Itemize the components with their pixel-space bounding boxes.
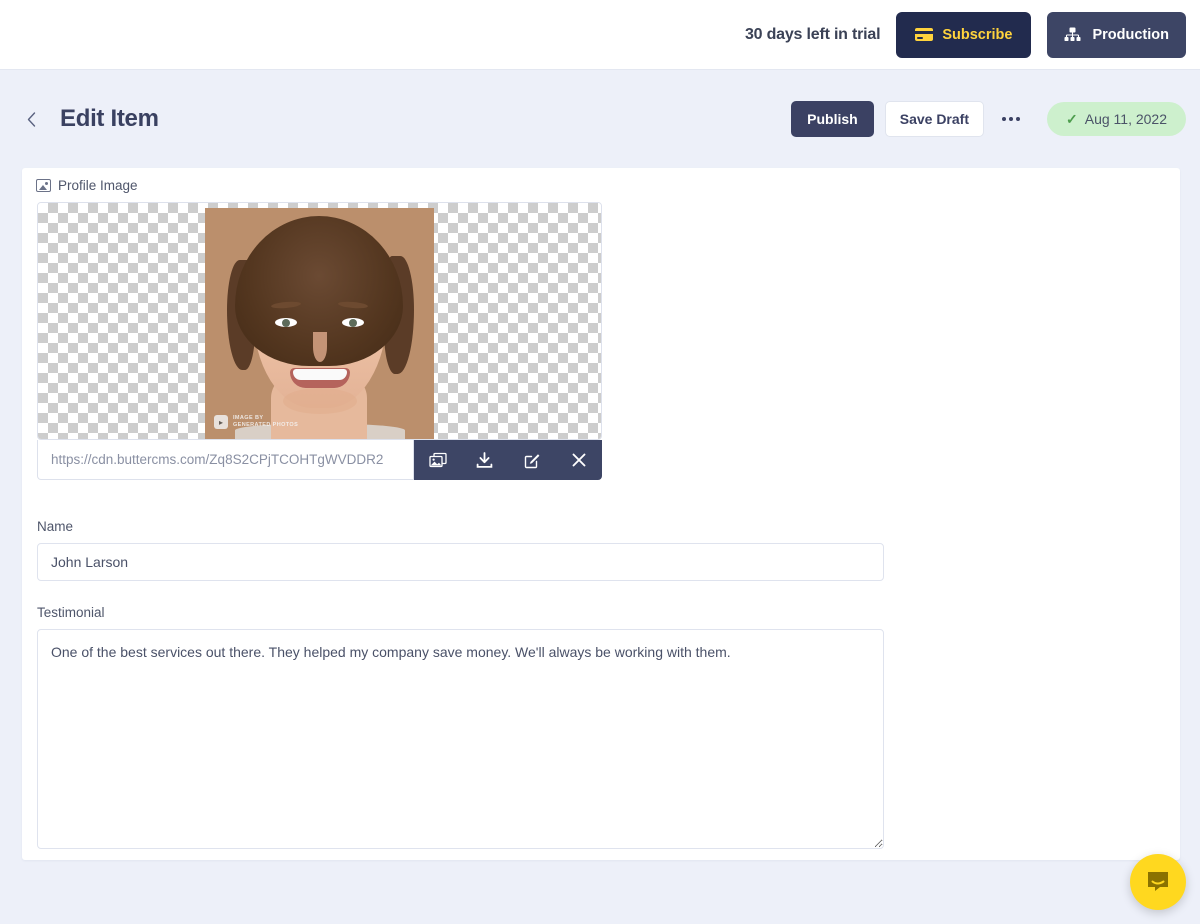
watermark-line-2: GENERATED PHOTOS [233,422,299,428]
watermark-logo-icon: ▸ [214,415,228,429]
more-options-button[interactable] [993,102,1029,136]
chat-widget-button[interactable] [1130,854,1186,910]
image-toolbar [414,440,602,480]
trial-status-text: 30 days left in trial [744,25,881,43]
header-actions: Publish Save Draft ✓ Aug 11, 2022 [791,101,1186,137]
image-icon [36,179,51,192]
profile-image-label-text: Profile Image [58,178,138,193]
edit-image-button[interactable] [515,443,549,477]
status-badge: ✓ Aug 11, 2022 [1047,102,1186,136]
image-url-input[interactable] [37,440,414,480]
name-input[interactable] [37,543,884,581]
save-draft-button[interactable]: Save Draft [884,101,984,137]
photo-watermark: ▸ IMAGE BY GENERATED PHOTOS [214,415,298,429]
watermark-line-1: IMAGE BY [233,415,264,421]
status-date-label: Aug 11, 2022 [1084,111,1167,127]
back-button[interactable] [20,108,42,130]
chat-bubble-icon [1148,872,1168,891]
ellipsis-icon [1002,117,1006,121]
profile-photo: ▸ IMAGE BY GENERATED PHOTOS [205,208,434,439]
remove-image-button[interactable] [562,443,596,477]
download-icon [476,451,493,468]
sitemap-icon [1064,27,1081,41]
chevron-left-icon [27,111,35,127]
profile-image-label: Profile Image [36,178,138,193]
name-label: Name [37,519,74,534]
profile-image-preview[interactable]: ▸ IMAGE BY GENERATED PHOTOS [37,202,602,440]
image-url-row [37,440,602,480]
page-header: Edit Item Publish Save Draft ✓ Aug 11, 2… [0,70,1200,168]
testimonial-textarea[interactable] [37,629,884,849]
subscribe-button[interactable]: Subscribe [896,11,1032,58]
credit-card-icon [915,28,934,41]
environment-selector-button[interactable]: Production [1047,11,1186,58]
environment-label: Production [1092,26,1169,43]
top-bar: 30 days left in trial Subscribe Producti… [0,0,1200,70]
copy-image-button[interactable] [421,443,455,477]
edit-pencil-icon [524,453,540,468]
subscribe-button-label: Subscribe [942,26,1013,43]
ellipsis-icon [1016,117,1020,121]
close-icon [572,453,585,467]
page-title: Edit Item [60,105,159,132]
publish-button[interactable]: Publish [791,101,874,137]
testimonial-label: Testimonial [37,605,105,620]
check-icon: ✓ [1066,110,1078,127]
download-button[interactable] [468,443,502,477]
ellipsis-icon [1009,117,1013,121]
copy-image-icon [428,452,447,467]
